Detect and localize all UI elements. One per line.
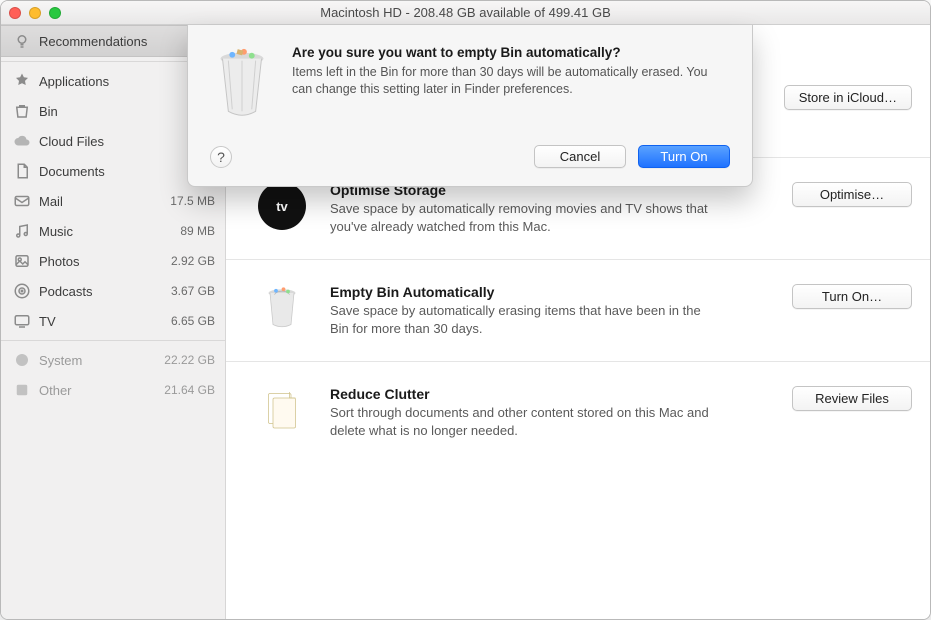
documents-stack-icon [252, 386, 312, 439]
recommendation-title: Reduce Clutter [330, 386, 744, 402]
sidebar-item-label: Photos [39, 254, 79, 269]
sidebar-item-label: Music [39, 224, 73, 239]
recommendation-description: Save space by automatically removing mov… [330, 200, 710, 235]
optimise-button[interactable]: Optimise… [792, 182, 912, 207]
mail-icon [13, 192, 31, 210]
sidebar-item-label: Bin [39, 104, 58, 119]
confirm-empty-bin-dialog: Are you sure you want to empty Bin autom… [187, 25, 753, 187]
cancel-button[interactable]: Cancel [534, 145, 626, 168]
sidebar-item-podcasts[interactable]: Podcasts 3.67 GB [1, 276, 225, 306]
sidebar-item-label: Documents [39, 164, 105, 179]
sidebar-item-label: Recommendations [39, 34, 147, 49]
other-icon [13, 381, 31, 399]
document-icon [13, 162, 31, 180]
dialog-heading: Are you sure you want to empty Bin autom… [292, 45, 730, 60]
cloud-icon [13, 132, 31, 150]
sidebar-item-size: 17.5 MB [159, 194, 215, 208]
trash-full-icon [252, 284, 312, 337]
sidebar-item-label: Cloud Files [39, 134, 104, 149]
sidebar-item-mail[interactable]: Mail 17.5 MB [1, 186, 225, 216]
sidebar-item-photos[interactable]: Photos 2.92 GB [1, 246, 225, 276]
recommendation-description: Save space by automatically erasing item… [330, 302, 710, 337]
recommendation-title: Empty Bin Automatically [330, 284, 744, 300]
turn-on-button[interactable]: Turn On… [792, 284, 912, 309]
sidebar-item-size: 6.65 GB [159, 314, 215, 328]
music-icon [13, 222, 31, 240]
trash-icon [13, 102, 31, 120]
sidebar-item-size: 89 MB [159, 224, 215, 238]
recommendation-empty-bin: Empty Bin Automatically Save space by au… [226, 260, 930, 362]
sidebar-item-label: TV [39, 314, 56, 329]
store-in-icloud-button[interactable]: Store in iCloud… [784, 85, 912, 110]
system-icon [13, 351, 31, 369]
sidebar-item-other: Other 21.64 GB [1, 375, 225, 405]
recommendation-reduce-clutter: Reduce Clutter Sort through documents an… [226, 362, 930, 463]
photos-icon [13, 252, 31, 270]
titlebar: Macintosh HD - 208.48 GB available of 49… [1, 1, 930, 25]
trash-full-icon [210, 45, 274, 123]
sidebar-item-label: Mail [39, 194, 63, 209]
storage-management-window: Macintosh HD - 208.48 GB available of 49… [0, 0, 931, 620]
sidebar-divider [1, 340, 225, 341]
appletv-icon: tv [252, 182, 312, 235]
review-files-button[interactable]: Review Files [792, 386, 912, 411]
help-icon: ? [217, 149, 225, 165]
sidebar-item-label: System [39, 353, 82, 368]
sidebar-item-size: 21.64 GB [159, 383, 215, 397]
recommendation-description: Sort through documents and other content… [330, 404, 710, 439]
sidebar-item-size: 22.22 GB [159, 353, 215, 367]
help-button[interactable]: ? [210, 146, 232, 168]
sidebar-item-label: Podcasts [39, 284, 92, 299]
sidebar-item-tv[interactable]: TV 6.65 GB [1, 306, 225, 336]
applications-icon [13, 72, 31, 90]
confirm-turn-on-button[interactable]: Turn On [638, 145, 730, 168]
dialog-body: Items left in the Bin for more than 30 d… [292, 64, 730, 98]
lightbulb-icon [13, 32, 31, 50]
podcasts-icon [13, 282, 31, 300]
sidebar-item-size: 3.67 GB [159, 284, 215, 298]
sidebar-item-size: 2.92 GB [159, 254, 215, 268]
sidebar-item-label: Other [39, 383, 72, 398]
sidebar-item-music[interactable]: Music 89 MB [1, 216, 225, 246]
sidebar-item-label: Applications [39, 74, 109, 89]
window-title: Macintosh HD - 208.48 GB available of 49… [1, 5, 930, 20]
sidebar-item-system: System 22.22 GB [1, 345, 225, 375]
tv-icon [13, 312, 31, 330]
